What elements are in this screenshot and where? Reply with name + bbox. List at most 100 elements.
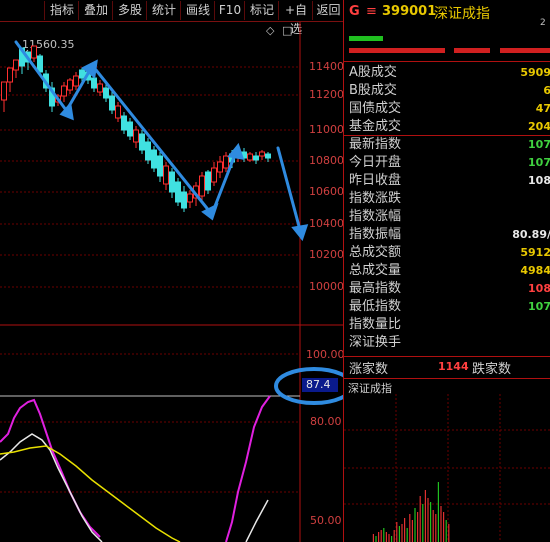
quote-row-label: 深证换手 — [349, 335, 402, 350]
menu-icon[interactable]: ≡ — [366, 4, 377, 19]
draw-line-button[interactable]: 画线 — [180, 1, 215, 20]
candle-body — [247, 153, 253, 161]
mini-volume-bar — [398, 526, 400, 542]
price-axis-label: 11000 — [309, 123, 344, 136]
quote-row-label: 总成交额 — [349, 245, 402, 260]
mini-volume-bar — [437, 482, 439, 542]
quote-row-value: 6 — [543, 84, 550, 97]
ma-magenta-line — [0, 398, 101, 538]
candle-body — [13, 59, 19, 71]
candle-body — [139, 133, 145, 151]
candle-body — [211, 167, 217, 183]
quote-row-label: 最高指数 — [349, 281, 402, 296]
mini-volume-bar — [440, 506, 442, 542]
mini-volume-bar — [393, 530, 395, 542]
statistics-button[interactable]: 统计 — [146, 1, 181, 20]
candle-body — [145, 141, 151, 161]
candle-body — [199, 175, 205, 197]
add-watchlist-button[interactable]: +自选 — [278, 1, 313, 36]
index-name: 深证成指 — [434, 6, 490, 22]
price-axis-label: 10200 — [309, 248, 344, 261]
candle-body — [133, 129, 139, 143]
divider — [344, 378, 550, 379]
mini-volume-bar — [375, 536, 377, 542]
candle-body — [115, 105, 121, 119]
f10-button[interactable]: F10 — [214, 1, 245, 20]
quote-row-label: 指数振幅 — [349, 227, 402, 242]
price-axis-label: 11400 — [309, 60, 344, 73]
candle-body — [181, 191, 187, 209]
candle-body — [91, 77, 97, 89]
index-code: 399001 — [382, 4, 437, 19]
volume-bar-green — [349, 36, 383, 41]
arrow-head — [227, 142, 245, 160]
volume-bar-red — [349, 48, 445, 53]
back-button[interactable]: 返回 — [312, 1, 344, 20]
quote-row-value: 107 — [528, 156, 550, 169]
candle-body — [223, 155, 229, 169]
candle-body — [1, 81, 7, 101]
arrow-head — [291, 224, 309, 242]
rise-count-label: 涨家数 — [349, 362, 389, 377]
mini-volume-bar — [432, 510, 434, 542]
mini-volume-bar — [388, 534, 390, 542]
quote-row-value: 5912 — [520, 246, 550, 259]
mini-volume-bar — [430, 502, 432, 542]
mark-button[interactable]: 标记 — [244, 1, 279, 20]
quote-row-value: 108 — [528, 282, 550, 295]
candle-body — [265, 153, 271, 159]
down-trend-arrow — [94, 68, 212, 214]
multi-stock-button[interactable]: 多股 — [112, 1, 147, 20]
quote-row-label: 最新指数 — [349, 137, 402, 152]
mini-volume-bar — [372, 534, 374, 542]
volume-bar-red — [454, 48, 490, 53]
candle-body — [205, 171, 211, 191]
overlay-button[interactable]: 叠加 — [78, 1, 113, 20]
candle-body — [61, 85, 67, 97]
quote-row-value: 108 — [528, 174, 550, 187]
divider — [344, 61, 550, 62]
quote-row-value: 5909 — [520, 66, 550, 79]
mini-volume-bar — [401, 524, 403, 542]
candle-body — [157, 155, 163, 177]
price-axis-label: 11200 — [309, 88, 344, 101]
candle-body — [103, 87, 109, 99]
price-axis-label: 10000 — [309, 280, 344, 293]
quote-row-label: 指数涨幅 — [349, 209, 402, 224]
mini-volume-bar — [411, 520, 413, 542]
high-price-label: 11560.35 — [22, 38, 75, 51]
mini-volume-bar — [391, 536, 393, 542]
mini-volume-bar — [445, 520, 447, 542]
candle-body — [79, 69, 85, 79]
mini-volume-bar — [409, 514, 411, 542]
quote-row-label: A股成交 — [349, 65, 397, 80]
indicator-current-value: 87.4 — [306, 378, 331, 391]
mini-volume-bar — [396, 522, 398, 542]
quote-row-label: B股成交 — [349, 83, 397, 98]
trend-annotations — [14, 40, 309, 242]
price-axis-label: 10400 — [309, 217, 344, 230]
quote-row-value: 80.89/ — [512, 228, 550, 241]
index-prefix: G — [349, 4, 360, 19]
quote-panel: G ≡ 399001 深证成指 2 A股成交 5909 B股成交 6 国债成交 47 基金成… — [343, 0, 550, 542]
candle-body — [73, 75, 79, 87]
quote-row-label: 基金成交 — [349, 119, 402, 134]
indicator-button[interactable]: 指标 — [44, 1, 79, 20]
price-axis-label: 10800 — [309, 154, 344, 167]
rise-count-value: 1144 — [438, 360, 469, 373]
kline-chart[interactable]: ◇ □ 11560.35 — [0, 22, 343, 542]
price-axis-label: 10600 — [309, 185, 344, 198]
quote-row-label: 今日开盘 — [349, 155, 402, 170]
chart-toolbar: 指标 叠加 多股 统计 画线 F10 标记 +自选 返回 — [0, 0, 344, 36]
volume-bar-red — [500, 48, 550, 53]
quote-row-label: 指数涨跌 — [349, 191, 402, 206]
ma-white-line — [0, 433, 103, 542]
indicator-axis-label: 50.00 — [310, 514, 342, 527]
mini-volume-bar — [383, 528, 385, 542]
quote-row-value: 47 — [535, 102, 550, 115]
ma-magenta-line-right — [225, 395, 271, 542]
quote-row-value: 107 — [528, 300, 550, 313]
mini-volume-bar — [414, 508, 416, 542]
candle-body — [163, 165, 169, 185]
mini-volume-bar — [443, 512, 445, 542]
